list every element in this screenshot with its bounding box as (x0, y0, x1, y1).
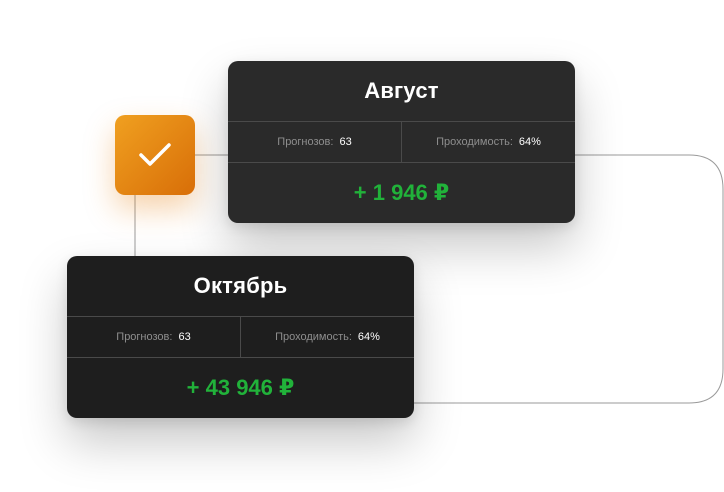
card-title: Октябрь (67, 256, 414, 317)
forecasts-label: Прогнозов: (277, 136, 334, 148)
forecasts-value: 63 (178, 331, 191, 343)
card-title: Август (228, 61, 575, 122)
passability-value: 64% (357, 331, 380, 343)
forecast-cards-scene: Август Прогнозов: 63 Проходимость: 64% +… (0, 0, 724, 492)
passability-value: 64% (518, 136, 541, 148)
check-icon (139, 143, 171, 166)
forecasts-label: Прогнозов: (116, 331, 173, 343)
profit-amount: + 43 946 ₽ (186, 375, 295, 400)
check-badge[interactable] (115, 115, 195, 195)
card-august[interactable]: Август Прогнозов: 63 Проходимость: 64% +… (228, 61, 575, 223)
passability-label: Проходимость: (275, 331, 352, 343)
passability-label: Проходимость: (436, 136, 513, 148)
card-stats: Прогнозов: 63 Проходимость: 64% (67, 317, 414, 358)
forecasts-stat: Прогнозов: 63 (67, 317, 240, 357)
profit-amount: + 1 946 ₽ (353, 180, 450, 205)
forecasts-value: 63 (339, 136, 352, 148)
forecasts-stat: Прогнозов: 63 (228, 122, 401, 162)
passability-stat: Проходимость: 64% (240, 317, 414, 357)
card-stats: Прогнозов: 63 Проходимость: 64% (228, 122, 575, 163)
card-october[interactable]: Октябрь Прогнозов: 63 Проходимость: 64% … (67, 256, 414, 418)
passability-stat: Проходимость: 64% (401, 122, 575, 162)
